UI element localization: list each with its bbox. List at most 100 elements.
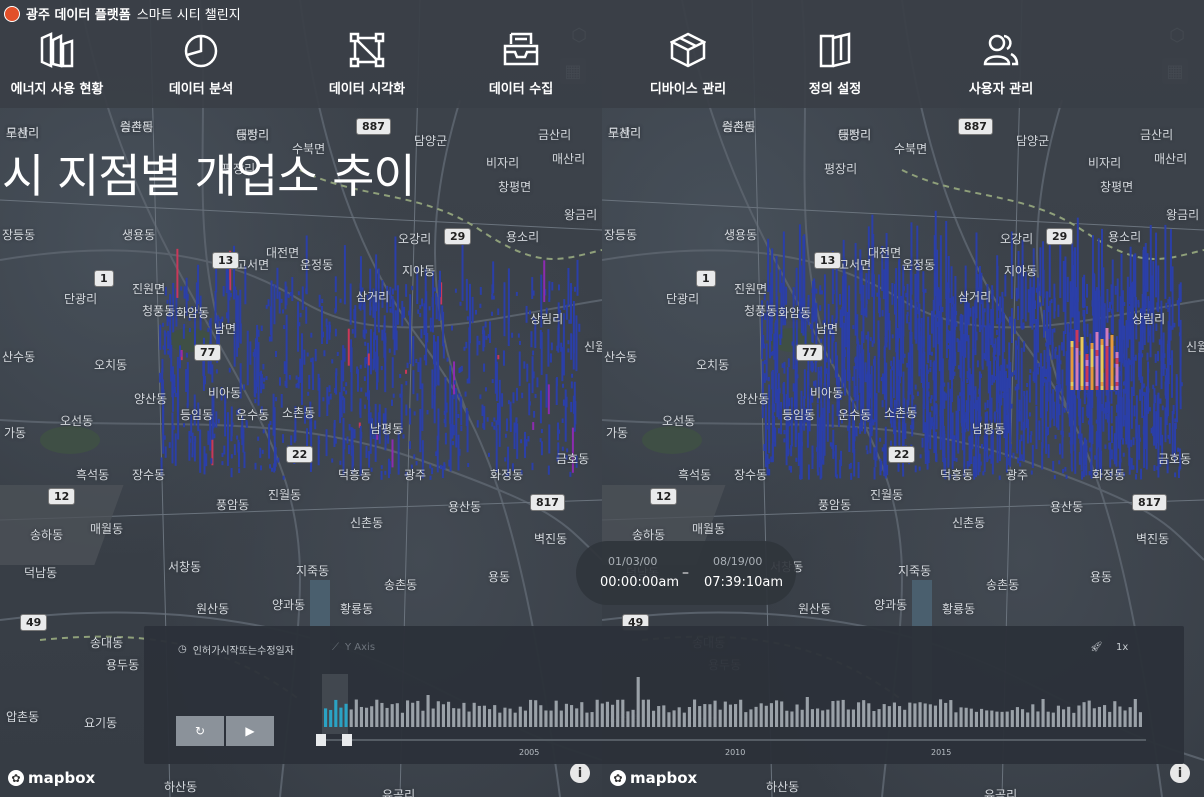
- histogram-bar: [1041, 699, 1045, 727]
- start-time: 00:00:00am: [600, 575, 680, 590]
- histogram-bar: [503, 707, 507, 727]
- nodes-icon: [349, 32, 385, 68]
- histogram-bar: [698, 706, 702, 727]
- histogram-bar: [892, 702, 896, 727]
- brand-subtitle: 스마트 시티 챌린지: [136, 8, 241, 23]
- place-label: 신촌동: [952, 516, 986, 530]
- nav-energy[interactable]: 에너지 사용 현황: [0, 32, 132, 97]
- place-label: 금산리: [538, 128, 572, 142]
- place-label: 등임동: [782, 408, 816, 422]
- axis-tick-2010: 2010: [725, 748, 746, 757]
- place-label: 화암동: [176, 306, 210, 320]
- timeline-panel: ◷ 인허가시작또는수정일자 ⟋ Y Axis 🚀︎ 1x ↻ ▶ 2005 20…: [144, 626, 1184, 764]
- place-label: 상림리: [530, 312, 564, 326]
- histogram-bar: [616, 699, 620, 727]
- place-label: 지죽동: [898, 564, 932, 578]
- histogram-bar: [600, 703, 604, 727]
- place-label: 단광리: [666, 292, 700, 306]
- place-label: 상림리: [1132, 312, 1166, 326]
- place-label: 운정동: [902, 258, 936, 272]
- place-label: 지야동: [1004, 264, 1038, 278]
- histogram-bar: [723, 701, 727, 727]
- nav-label: 데이터 분석: [168, 82, 234, 97]
- nav-label: 에너지 사용 현황: [10, 82, 104, 97]
- nav-visualization[interactable]: 데이터 시각화: [292, 32, 442, 97]
- range-end-handle[interactable]: [342, 734, 352, 746]
- histogram-bar: [605, 701, 609, 727]
- info-icon[interactable]: i: [1170, 763, 1190, 783]
- histogram-bar: [344, 703, 348, 727]
- histogram-bar: [898, 706, 902, 727]
- place-label: 금산리: [1140, 128, 1174, 142]
- place-label: 비아동: [810, 386, 844, 400]
- histogram-bar: [1097, 706, 1101, 727]
- histogram-bar: [754, 706, 758, 727]
- nav-collection[interactable]: 데이터 수집: [446, 32, 596, 97]
- histogram-bar: [939, 699, 943, 727]
- nav-analysis[interactable]: 데이터 분석: [126, 32, 276, 97]
- place-label: 용두동: [106, 658, 140, 672]
- mapbox-logo: ✿ mapbox: [610, 769, 697, 787]
- histogram-bar: [1082, 702, 1086, 727]
- start-date: 01/03/00: [608, 555, 658, 568]
- place-label: 용소리: [1108, 230, 1142, 244]
- place-label: 용소리: [506, 230, 540, 244]
- nav-label: 사용자 관리: [968, 82, 1034, 97]
- place-label: 남평동: [370, 422, 404, 436]
- place-label: 신월동: [1186, 340, 1204, 354]
- place-label: 청풍동: [142, 304, 176, 318]
- basketball-logo-icon: [4, 5, 20, 22]
- place-label: 양산동: [134, 392, 168, 406]
- histogram-bar: [646, 699, 650, 727]
- histogram-bar: [780, 701, 784, 727]
- place-label: 남평동: [972, 422, 1006, 436]
- histogram-bar: [452, 708, 456, 727]
- place-label: 황룡동: [340, 602, 374, 616]
- place-label: 신촌동: [350, 516, 384, 530]
- histogram-bar: [836, 700, 840, 727]
- place-label: 서창동: [168, 560, 202, 574]
- histogram-bar: [493, 705, 497, 727]
- place-label: 평장리: [824, 162, 858, 176]
- nav-definitions[interactable]: 정의 설정: [760, 32, 910, 97]
- nav-users[interactable]: 사용자 관리: [926, 32, 1076, 97]
- histogram-bar: [1021, 709, 1025, 727]
- histogram-bar: [1108, 711, 1112, 727]
- histogram-bar: [1113, 701, 1117, 727]
- place-label: 도산리: [608, 126, 642, 140]
- histogram-bar: [851, 709, 855, 727]
- nav-label: 데이터 수집: [488, 82, 554, 97]
- place-label: 원산동: [798, 602, 832, 616]
- timeline-track[interactable]: [322, 739, 1146, 741]
- histogram-bar: [693, 699, 697, 727]
- place-label: 장수동: [132, 468, 166, 482]
- histogram-bar: [529, 699, 533, 727]
- place-label: 담양군: [1016, 134, 1050, 148]
- histogram-bar: [395, 703, 399, 727]
- place-label: 청풍동: [744, 304, 778, 318]
- histogram-bar: [775, 700, 779, 727]
- histogram-bar: [841, 699, 845, 727]
- histogram-bar: [1051, 712, 1055, 727]
- highway-shield: 22: [888, 446, 916, 463]
- histogram-bar: [826, 709, 830, 727]
- place-label: 진월동: [268, 488, 302, 502]
- nav-devices[interactable]: 디바이스 관리: [613, 32, 763, 97]
- place-label: 유곡리: [382, 788, 416, 797]
- place-label: 생용동: [122, 228, 156, 242]
- place-label: 등정리: [838, 128, 872, 142]
- highway-shield: 22: [286, 446, 314, 463]
- histogram-bar: [564, 703, 568, 727]
- page-title: 시 지점별 개업소 추이: [2, 149, 416, 203]
- histogram-bar: [329, 709, 333, 727]
- brand[interactable]: 광주 데이터 플랫폼 스마트 시티 챌린지: [4, 4, 241, 23]
- histogram-bar: [928, 704, 932, 727]
- histogram-bar: [1118, 706, 1122, 727]
- place-label: 매산리: [1154, 152, 1188, 166]
- histogram-bar: [365, 707, 369, 727]
- histogram-bar: [406, 700, 410, 727]
- range-start-handle[interactable]: [316, 734, 326, 746]
- place-label: 풍암동: [818, 498, 852, 512]
- histogram-bar: [923, 703, 927, 727]
- info-icon[interactable]: i: [570, 763, 590, 783]
